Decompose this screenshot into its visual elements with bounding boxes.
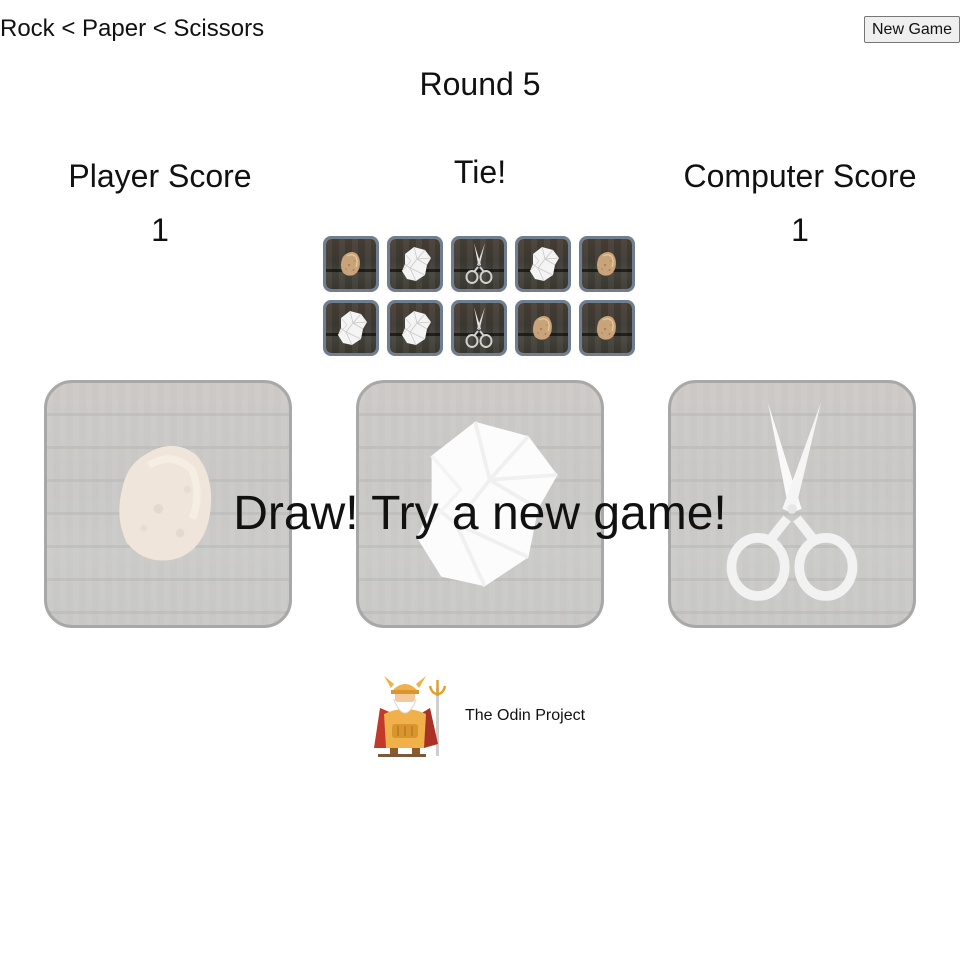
history-item: [515, 236, 571, 292]
odin-logo-icon: [374, 674, 450, 758]
history-item: [579, 300, 635, 356]
paper-icon: [390, 239, 440, 289]
new-game-button[interactable]: New Game: [864, 16, 960, 43]
rock-icon: [326, 239, 376, 289]
rock-icon: [582, 239, 632, 289]
history-item: [515, 300, 571, 356]
game-over-message: Draw! Try a new game!: [233, 487, 727, 540]
player-score-value: 1: [151, 212, 169, 248]
scissors-icon: [454, 303, 504, 353]
paper-icon: [390, 303, 440, 353]
history-item: [323, 236, 379, 292]
history-item: [387, 236, 443, 292]
footer: The Odin Project: [374, 674, 585, 758]
history-item: [451, 236, 507, 292]
odin-project-link[interactable]: The Odin Project: [465, 707, 585, 725]
app-title: Rock < Paper < Scissors: [0, 15, 265, 42]
player-score-title: Player Score: [68, 158, 252, 194]
move-history-grid: [323, 236, 639, 356]
game-page: Rock < Paper < Scissors New Game Round 5…: [0, 0, 960, 968]
computer-score-value: 1: [791, 212, 809, 248]
history-item: [579, 236, 635, 292]
paper-icon: [326, 303, 376, 353]
computer-score-title: Computer Score: [683, 158, 917, 194]
round-label: Round 5: [419, 66, 541, 102]
history-item: [323, 300, 379, 356]
history-item: [451, 300, 507, 356]
round-result: Tie!: [453, 154, 507, 190]
paper-icon: [518, 239, 568, 289]
scissors-icon: [454, 239, 504, 289]
history-item: [387, 300, 443, 356]
rock-icon: [518, 303, 568, 353]
rock-icon: [582, 303, 632, 353]
move-history: [323, 236, 639, 356]
